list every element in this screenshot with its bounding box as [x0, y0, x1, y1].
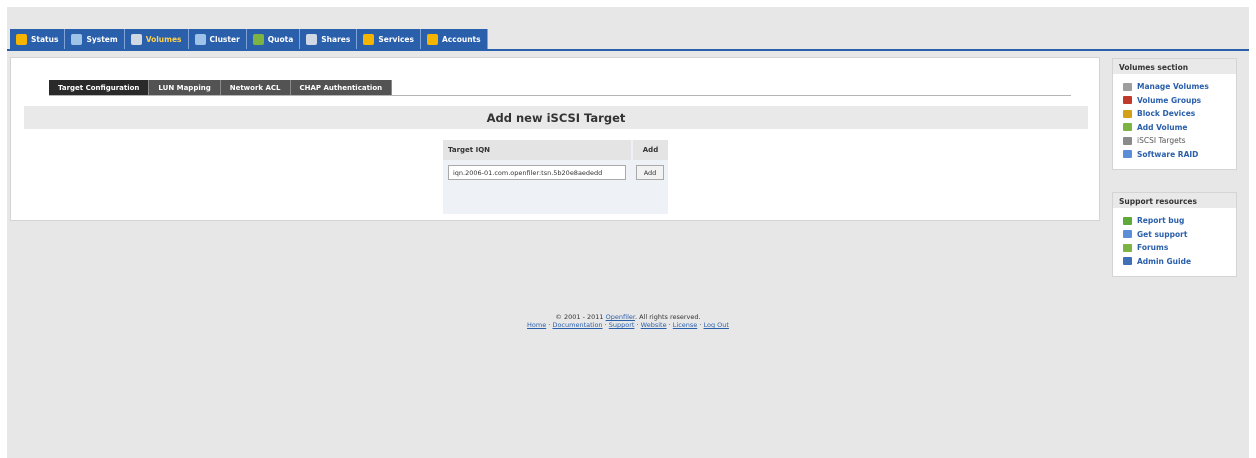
- system-icon: [71, 34, 83, 45]
- sidebar-item-volume-groups[interactable]: Volume Groups: [1123, 94, 1228, 108]
- volume-groups-icon: [1123, 96, 1132, 105]
- status-icon: [16, 34, 27, 45]
- footer-link-documentation[interactable]: Documentation: [552, 321, 602, 329]
- footer-link-log-out[interactable]: Log Out: [704, 321, 729, 329]
- top-navigation: Status System Volumes Cluster Quota Shar…: [10, 29, 488, 50]
- volumes-section-box: Volumes section Manage Volumes Volume Gr…: [1112, 58, 1237, 170]
- sidebar-item-block-devices[interactable]: Block Devices: [1123, 107, 1228, 121]
- sub-tabs: Target Configuration LUN Mapping Network…: [49, 80, 393, 95]
- nav-tab-accounts[interactable]: Accounts: [421, 29, 488, 50]
- tab-target-configuration[interactable]: Target Configuration: [49, 80, 150, 95]
- software-raid-icon: [1123, 150, 1132, 159]
- add-volume-icon: [1123, 123, 1132, 132]
- target-iqn-header: Target IQN: [443, 140, 631, 160]
- services-icon: [363, 34, 375, 45]
- nav-tab-system[interactable]: System: [65, 29, 125, 50]
- nav-tab-quota[interactable]: Quota: [247, 29, 301, 50]
- copyright-line: © 2001 - 2011 Openfiler. All rights rese…: [555, 313, 701, 321]
- sidebar-item-admin-guide[interactable]: Admin Guide: [1123, 255, 1228, 269]
- openfiler-link[interactable]: Openfiler: [606, 313, 635, 321]
- tab-chap-authentication[interactable]: CHAP Authentication: [290, 80, 393, 95]
- main-panel: Target Configuration LUN Mapping Network…: [10, 57, 1100, 221]
- nav-underline: [7, 49, 1249, 51]
- volumes-icon: [130, 34, 142, 45]
- sidebar-item-manage-volumes[interactable]: Manage Volumes: [1123, 80, 1228, 94]
- block-devices-icon: [1123, 109, 1132, 118]
- sidebar-item-forums[interactable]: Forums: [1123, 241, 1228, 255]
- footer-link-support[interactable]: Support: [609, 321, 635, 329]
- support-resources-box: Support resources Report bug Get support…: [1112, 192, 1237, 277]
- footer-links: Home · Documentation · Support · Website…: [527, 321, 729, 329]
- cluster-icon: [194, 34, 206, 45]
- footer-link-license[interactable]: License: [673, 321, 698, 329]
- nav-tab-status[interactable]: Status: [10, 29, 66, 50]
- sidebar-item-report-bug[interactable]: Report bug: [1123, 214, 1228, 228]
- shares-icon: [306, 34, 318, 45]
- section-title: Add new iSCSI Target: [24, 106, 1088, 129]
- footer-link-website[interactable]: Website: [641, 321, 667, 329]
- quota-icon: [252, 34, 264, 45]
- page-footer: © 2001 - 2011 Openfiler. All rights rese…: [0, 313, 1256, 329]
- nav-tab-shares[interactable]: Shares: [300, 29, 358, 50]
- footer-link-home[interactable]: Home: [527, 321, 546, 329]
- add-target-table: Target IQN Add Add: [443, 140, 668, 214]
- manage-volumes-icon: [1123, 82, 1132, 91]
- admin-guide-icon: [1123, 257, 1132, 266]
- add-target-button[interactable]: Add: [636, 165, 664, 180]
- sidebar-item-add-volume[interactable]: Add Volume: [1123, 121, 1228, 135]
- sub-tabs-divider: [49, 95, 1071, 96]
- get-support-icon: [1123, 230, 1132, 239]
- sidebar-item-iscsi-targets[interactable]: iSCSI Targets: [1123, 134, 1228, 148]
- tab-lun-mapping[interactable]: LUN Mapping: [149, 80, 221, 95]
- report-bug-icon: [1123, 216, 1132, 225]
- forums-icon: [1123, 243, 1132, 252]
- target-iqn-input[interactable]: [448, 165, 626, 180]
- iscsi-targets-icon: [1123, 136, 1132, 145]
- volumes-section-title: Volumes section: [1113, 59, 1236, 74]
- nav-tab-volumes[interactable]: Volumes: [125, 29, 189, 50]
- add-column-header: Add: [633, 140, 668, 160]
- sidebar-item-software-raid[interactable]: Software RAID: [1123, 148, 1228, 162]
- accounts-icon: [427, 34, 438, 45]
- support-resources-title: Support resources: [1113, 193, 1236, 208]
- tab-network-acl[interactable]: Network ACL: [220, 80, 291, 95]
- nav-tab-services[interactable]: Services: [357, 29, 421, 50]
- sidebar-item-get-support[interactable]: Get support: [1123, 228, 1228, 242]
- nav-tab-cluster[interactable]: Cluster: [189, 29, 247, 50]
